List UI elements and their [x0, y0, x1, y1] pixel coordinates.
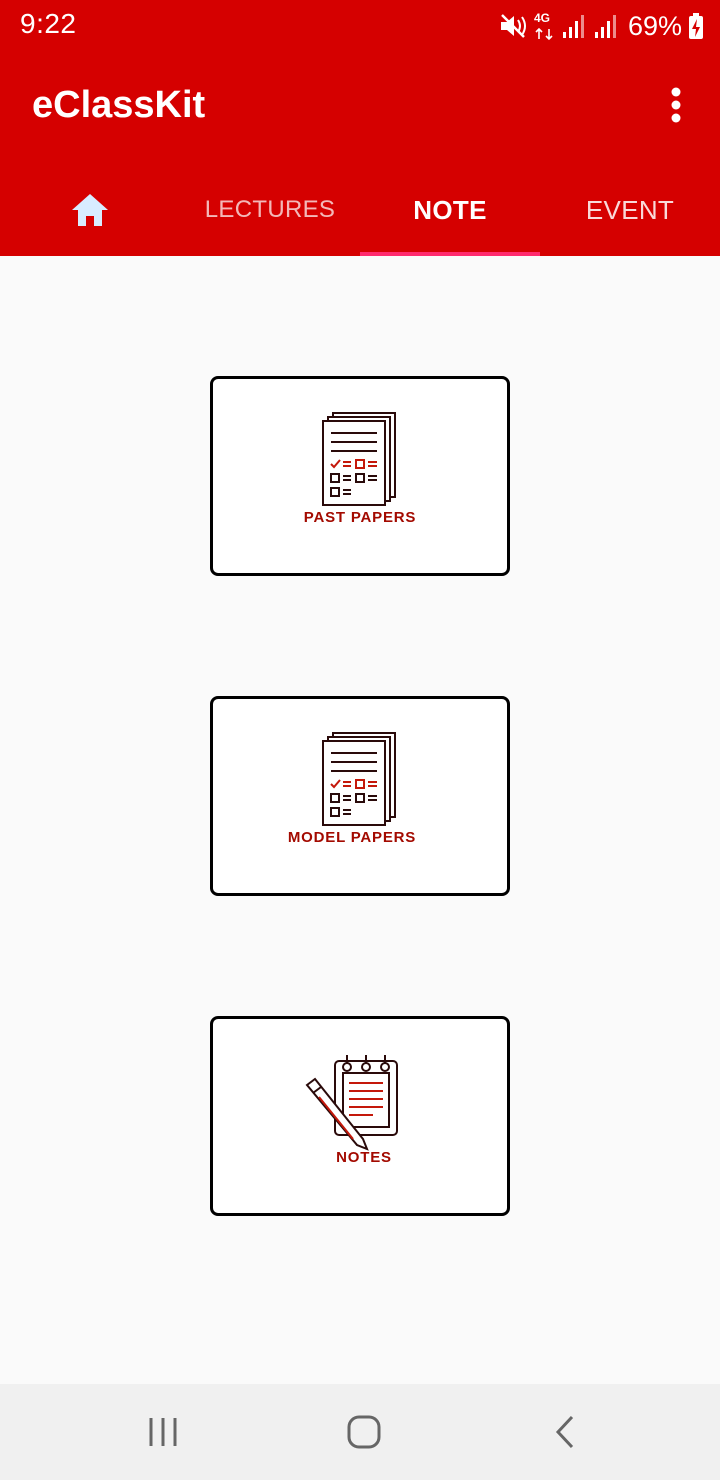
system-navigation-bar: [0, 1384, 720, 1480]
tab-event[interactable]: EVENT: [540, 164, 720, 256]
signal-icon: [562, 12, 588, 40]
card-label: MODEL PAPERS: [287, 829, 417, 846]
signal-icon: [594, 12, 620, 40]
tab-bar: LECTURES NOTE EVENT: [0, 164, 720, 256]
tab-home[interactable]: [0, 164, 180, 256]
app-bar: 9:22 4G 69% eClassKit LECTURES NOTE EVEN…: [0, 0, 720, 256]
tab-lectures[interactable]: LECTURES: [180, 164, 360, 256]
tab-note[interactable]: NOTE: [360, 164, 540, 256]
content-area: PAST PAPERS MODEL PAPERS NOTES: [0, 256, 720, 1384]
home-button[interactable]: [329, 1402, 399, 1462]
back-button[interactable]: [530, 1402, 600, 1462]
battery-charging-icon: [688, 12, 704, 40]
notepad-pen-icon: [305, 1055, 398, 1151]
model-papers-card[interactable]: MODEL PAPERS: [210, 696, 510, 896]
back-chevron-icon: [555, 1415, 574, 1449]
home-icon: [72, 194, 108, 226]
more-vert-icon: [671, 87, 681, 123]
past-papers-card[interactable]: PAST PAPERS: [210, 376, 510, 576]
recent-apps-icon: [149, 1418, 177, 1446]
exam-papers-icon: [322, 412, 396, 506]
battery-percent: 69%: [627, 10, 682, 41]
mute-icon: [498, 11, 528, 41]
status-bar: 9:22 4G 69%: [0, 0, 720, 52]
recent-apps-button[interactable]: [128, 1402, 198, 1462]
overflow-menu-button[interactable]: [656, 80, 696, 130]
notes-card[interactable]: NOTES: [210, 1016, 510, 1216]
exam-papers-icon: [322, 732, 396, 826]
tab-label: EVENT: [585, 194, 675, 225]
card-label: NOTES: [336, 1149, 392, 1166]
status-icons: 4G 69%: [498, 10, 704, 42]
status-time: 9:22: [20, 8, 77, 39]
home-circle-icon: [347, 1415, 381, 1449]
tab-label: LECTURES: [204, 196, 336, 223]
card-label: PAST PAPERS: [303, 509, 417, 526]
tab-label: NOTE: [413, 194, 487, 225]
network-type-icon: 4G: [534, 11, 556, 41]
app-title: eClassKit: [32, 84, 206, 126]
